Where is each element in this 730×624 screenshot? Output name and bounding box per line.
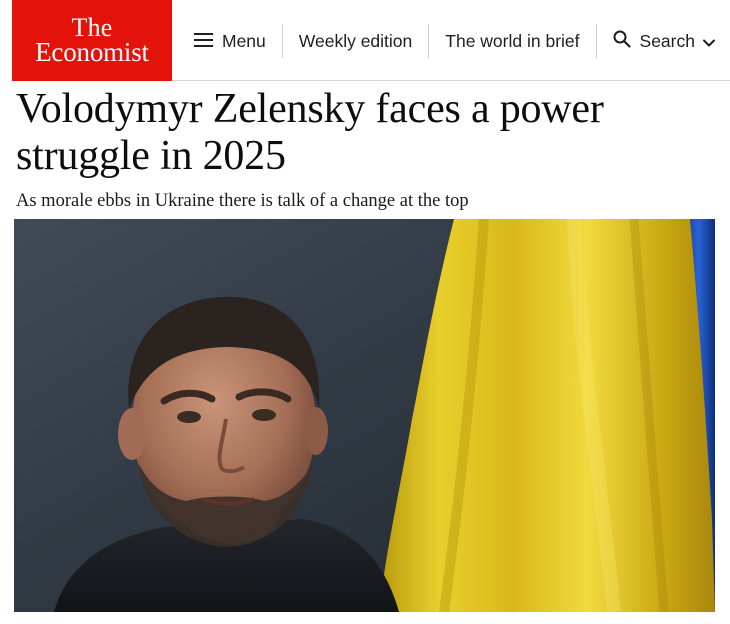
menu-label: Menu [222,30,266,51]
article-headline: Volodymyr Zelensky faces a power struggl… [16,86,604,179]
hero-illustration [14,219,715,612]
weekly-edition-link[interactable]: Weekly edition [283,24,430,58]
primary-nav: Menu Weekly edition The world in brief S… [180,24,719,58]
site-header: The Economist Menu Weekly edition The wo… [0,0,730,82]
article-hero-image [14,219,715,612]
logo-line-economist: Economist [35,37,149,67]
header-divider [172,80,730,81]
economist-logo[interactable]: The Economist [12,0,172,81]
weekly-edition-label: Weekly edition [298,30,413,51]
search-button[interactable]: Search [597,24,719,58]
menu-button[interactable]: Menu [180,24,283,58]
chevron-down-icon [702,31,715,52]
world-in-brief-link[interactable]: The world in brief [429,24,597,58]
hamburger-menu-icon [194,31,213,52]
world-in-brief-label: The world in brief [445,30,580,51]
article-standfirst: As morale ebbs in Ukraine there is talk … [16,191,469,211]
search-label: Search [639,30,695,51]
search-icon [613,30,631,53]
